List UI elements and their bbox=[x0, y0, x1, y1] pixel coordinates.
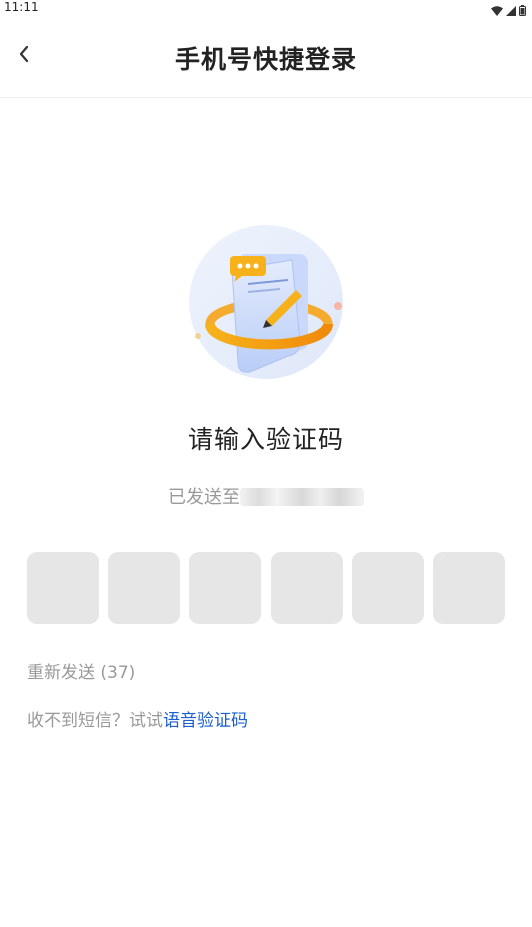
help-line: 收不到短信？试试语音验证码 bbox=[27, 706, 248, 731]
page-title: 手机号快捷登录 bbox=[174, 45, 357, 74]
code-digit-box-1[interactable] bbox=[27, 552, 99, 624]
code-input-row bbox=[27, 552, 505, 624]
nav-bar: 手机号快捷登录 bbox=[0, 16, 532, 98]
masked-phone-number bbox=[240, 488, 364, 506]
voice-code-link[interactable]: 语音验证码 bbox=[163, 711, 248, 731]
help-prefix: 收不到短信？试试 bbox=[27, 711, 163, 731]
code-digit-box-3[interactable] bbox=[189, 552, 262, 624]
resend-countdown[interactable]: 重新发送 (37) bbox=[27, 658, 135, 683]
verify-code-heading: 请输入验证码 bbox=[187, 425, 344, 454]
sent-to-prefix: 已发送至 bbox=[168, 487, 240, 508]
code-digit-box-5[interactable] bbox=[351, 552, 424, 624]
code-digit-box-4[interactable] bbox=[270, 552, 343, 624]
sent-to-line: 已发送至 bbox=[0, 483, 532, 509]
code-digit-box-2[interactable] bbox=[108, 552, 181, 624]
sms-illustration bbox=[188, 224, 344, 380]
status-bar: 11:11 bbox=[0, 0, 532, 16]
code-digit-box-6[interactable] bbox=[432, 552, 505, 624]
status-time: 11:11 bbox=[4, 0, 39, 14]
